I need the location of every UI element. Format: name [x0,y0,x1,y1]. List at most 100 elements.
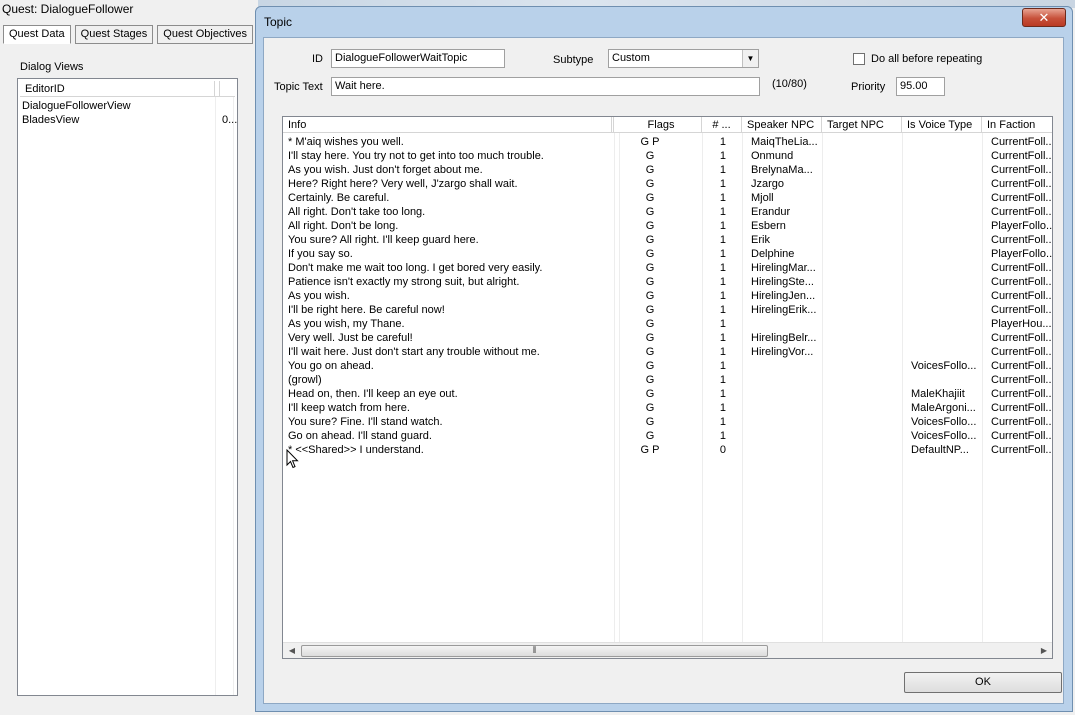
scrollbar-thumb[interactable]: ⦀ [301,645,768,657]
count-cell: 1 [719,402,726,414]
table-row[interactable]: I'll be right here. Be careful now! G 1 Hir… [283,303,1052,317]
info-cell: I'll stay here. You try not to get into … [288,150,544,162]
quest-window-title: Quest: DialogueFollower [2,2,134,16]
table-row[interactable]: Patience isn't exactly my strong suit, b… [283,275,1053,289]
tab-quest-data[interactable]: Quest Data [3,25,71,44]
table-row[interactable]: Head on, then. I'll keep an eye out. G 1 Ma… [283,387,1053,401]
do-all-before-repeating-label: Do all before repeating [871,53,983,65]
flags-cell: G [645,332,655,344]
priority-label: Priority [851,81,886,93]
ok-button[interactable]: OK [904,672,1062,693]
table-row[interactable]: If you say so. G 1 Delphine PlayerFollo... [283,247,1053,261]
table-row[interactable]: As you wish, my Thane. G 1 PlayerHou... [283,317,1052,331]
table-row[interactable]: As you wish. G 1 HirelingJen... CurrentFoll.… [283,289,1052,303]
flags-cell: G [645,430,655,442]
dialog-views-label: Dialog Views [20,61,84,73]
horizontal-scrollbar[interactable]: ◀ ⦀ ▶ [283,642,1052,658]
column-header-in-faction[interactable]: In Faction [982,117,1052,133]
flags-cell: G P [640,136,660,148]
flags-cell: G [645,346,655,358]
column-header-count[interactable]: # ... [702,117,742,133]
table-row[interactable]: You sure? All right. I'll keep guard her… [283,233,1052,247]
tab-quest-objectives[interactable]: Quest Objectives [157,25,254,44]
count-cell: 1 [719,234,726,246]
info-cell: Very well. Just be careful! [288,332,413,344]
chevron-down-icon[interactable]: ▼ [742,50,758,67]
info-cell: (growl) [288,374,322,386]
column-header-speaker-npc[interactable]: Speaker NPC [742,117,822,133]
table-row[interactable]: * <<Shared>> I understand. G P 0 DefaultNP.… [283,443,1052,457]
info-cell: As you wish. Just don't forget about me. [288,164,483,176]
column-header-is-voice-type[interactable]: Is Voice Type [902,117,982,133]
topic-text-field[interactable]: Wait here. [331,77,760,96]
list-item[interactable]: BladesView 0... [22,113,237,127]
count-cell: 1 [719,178,726,190]
flags-cell: G [645,206,655,218]
table-row[interactable]: (growl) G 1 CurrentFoll... [283,373,1053,387]
speaker-npc-cell: HirelingJen... [751,290,816,302]
column-header-editorid[interactable]: EditorID [20,81,215,97]
table-row[interactable]: You go on ahead. G 1 VoicesFollo... CurrentF… [283,359,1053,373]
table-row[interactable]: Certainly. Be careful. G 1 Mjoll CurrentFoll… [283,191,1052,205]
speaker-npc-cell: HirelingMar... [751,262,816,274]
column-header-target-npc[interactable]: Target NPC [822,117,902,133]
in-faction-cell: CurrentFoll... [991,388,1053,400]
speaker-npc-cell: BrelynaMa... [751,164,813,176]
table-row[interactable]: Go on ahead. I'll stand guard. G 1 VoicesFo… [283,429,1052,443]
mouse-cursor-icon [286,449,299,469]
priority-field[interactable]: 95.00 [896,77,945,96]
flags-cell: G [645,178,655,190]
voice-type-cell: DefaultNP... [911,444,969,456]
table-row[interactable]: Don't make me wait too long. I get bored… [283,261,1052,275]
info-list[interactable]: Info Flags # ... Speaker NPC Target NPC … [282,116,1053,659]
info-cell: All right. Don't take too long. [288,206,426,218]
column-header-extra[interactable] [219,81,235,97]
speaker-npc-cell: Erik [751,234,770,246]
count-cell: 1 [719,164,726,176]
table-row[interactable]: I'll keep watch from here. G 1 MaleArgoni..… [283,401,1052,415]
speaker-npc-cell: MaiqTheLia... [751,136,818,148]
dialog-views-list[interactable]: EditorID DialogueFollowerView BladesView… [17,78,238,696]
view-extra: 0... [222,114,238,126]
close-button[interactable]: ✕ [1022,8,1066,27]
scroll-right-icon[interactable]: ▶ [1036,643,1052,658]
count-cell: 1 [719,276,726,288]
count-cell: 1 [719,150,726,162]
in-faction-cell: CurrentFoll... [991,374,1053,386]
count-cell: 0 [719,444,726,456]
column-header-flags[interactable]: Flags [621,117,702,133]
subtype-select[interactable]: Custom ▼ [608,49,759,68]
voice-type-cell: VoicesFollo... [911,430,977,442]
in-faction-cell: CurrentFoll... [991,276,1053,288]
speaker-npc-cell: HirelingSte... [751,276,814,288]
dialog-client-area: ID DialogueFollowerWaitTopic Subtype Cus… [263,37,1064,704]
in-faction-cell: CurrentFoll... [991,332,1053,344]
flags-cell: G P [640,444,660,456]
info-cell: Patience isn't exactly my strong suit, b… [288,276,520,288]
list-item[interactable]: DialogueFollowerView [22,99,237,113]
table-row[interactable]: All right. Don't be long. G 1 Esbern PlayerF… [283,219,1052,233]
scroll-left-icon[interactable]: ◀ [284,643,300,658]
tab-quest-stages[interactable]: Quest Stages [74,25,154,44]
flags-cell: G [645,304,655,316]
in-faction-cell: CurrentFoll... [991,346,1053,358]
table-row[interactable]: Here? Right here? Very well, J'zargo sha… [283,177,1053,191]
in-faction-cell: CurrentFoll... [991,360,1053,372]
table-row[interactable]: I'll stay here. You try not to get into … [283,149,1052,163]
info-list-header: Info Flags # ... Speaker NPC Target NPC … [283,117,1052,133]
flags-cell: G [645,164,655,176]
table-row[interactable]: Very well. Just be careful! G 1 HirelingBel… [283,331,1053,345]
in-faction-cell: CurrentFoll... [991,178,1053,190]
in-faction-cell: PlayerFollo... [991,248,1053,260]
table-row[interactable]: All right. Don't take too long. G 1 Erandur… [283,205,1052,219]
table-row[interactable]: * M'aiq wishes you well. G P 1 MaiqTheLia..… [283,135,1052,149]
do-all-before-repeating-checkbox[interactable] [853,53,865,65]
info-cell: Here? Right here? Very well, J'zargo sha… [288,178,518,190]
id-field[interactable]: DialogueFollowerWaitTopic [331,49,505,68]
id-label: ID [312,53,323,65]
column-header-info[interactable]: Info [283,117,614,133]
table-row[interactable]: You sure? Fine. I'll stand watch. G 1 Voice… [283,415,1052,429]
count-cell: 1 [719,332,726,344]
table-row[interactable]: As you wish. Just don't forget about me.… [283,163,1052,177]
table-row[interactable]: I'll wait here. Just don't start any tro… [283,345,1053,359]
